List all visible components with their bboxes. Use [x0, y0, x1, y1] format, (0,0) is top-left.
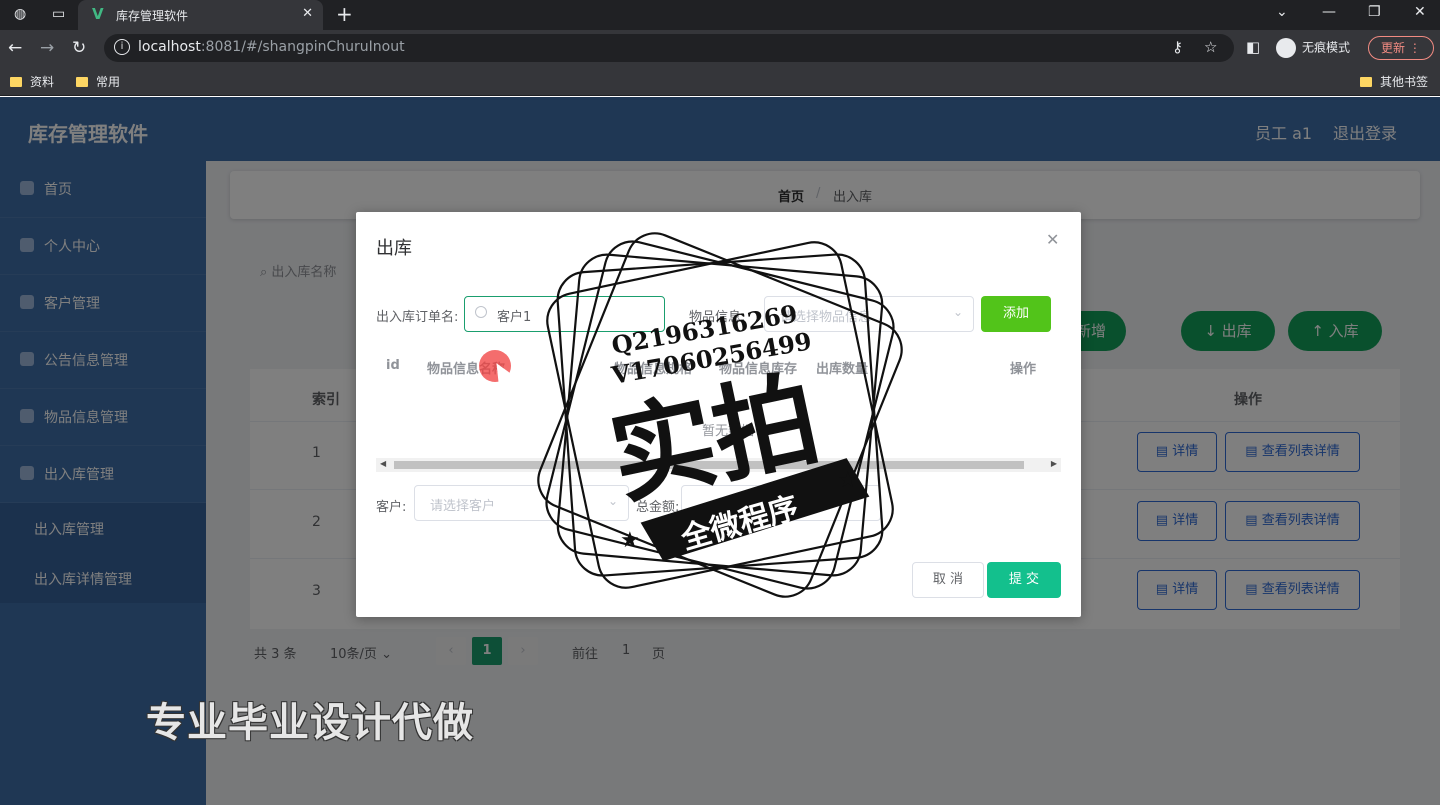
window-icon[interactable]: ▭: [52, 6, 65, 22]
tab-search-icon[interactable]: ⌄: [1276, 4, 1288, 20]
new-tab-icon[interactable]: +: [336, 2, 353, 26]
search-icon: [475, 306, 487, 318]
window-close-icon[interactable]: ✕: [1414, 4, 1426, 20]
bookmark-folder-1[interactable]: 资料: [10, 73, 54, 90]
address-bar: ← → ↻ i localhost:8081/#/shangpinChuruIn…: [0, 30, 1440, 66]
star-icon[interactable]: ☆: [1204, 38, 1217, 56]
chevron-down-icon: ⌄: [952, 305, 963, 319]
dialog-title: 出库: [376, 238, 412, 259]
col-ops: 操作: [1010, 362, 1037, 377]
folder-icon: [10, 77, 22, 87]
back-icon[interactable]: ←: [8, 38, 22, 58]
url-text[interactable]: localhost:8081/#/shangpinChuruInout: [138, 39, 405, 55]
other-bookmarks[interactable]: 其他书签: [1360, 73, 1428, 90]
incognito-indicator[interactable]: 无痕模式: [1276, 38, 1350, 58]
watermark-banner: 专业毕业设计代做: [146, 700, 474, 746]
browser-tab[interactable]: V 库存管理软件 ✕: [78, 0, 323, 30]
cancel-button[interactable]: 取 消: [912, 562, 984, 598]
omnibox[interactable]: i localhost:8081/#/shangpinChuruInout ⚷ …: [104, 34, 1234, 62]
col-id: id: [386, 358, 400, 373]
customer-label: 客户:: [376, 500, 407, 515]
add-item-button[interactable]: 添加: [981, 296, 1051, 332]
folder-icon: [1360, 77, 1372, 87]
globe-icon[interactable]: ◍: [14, 6, 26, 22]
submit-button[interactable]: 提 交: [987, 562, 1061, 598]
order-name-label: 出入库订单名:: [376, 310, 459, 325]
tab-title: 库存管理软件: [116, 9, 189, 23]
tab-close-icon[interactable]: ✕: [302, 6, 313, 21]
restore-icon[interactable]: ❐: [1368, 4, 1381, 20]
watermark-stamp: Q2196316269 V17060256499 实拍 全微程序 ★ ★: [537, 232, 903, 598]
update-button[interactable]: 更新 ⋮: [1368, 36, 1434, 60]
key-icon[interactable]: ⚷: [1172, 38, 1183, 56]
svg-text:★: ★: [620, 528, 640, 553]
browser-tabbar: ◍ ▭ V 库存管理软件 ✕ + ⌄ — ❐ ✕: [0, 0, 1440, 30]
scroll-right-icon[interactable]: ▶: [1051, 459, 1057, 468]
minimize-icon[interactable]: —: [1322, 4, 1336, 20]
sidebar-toggle-icon[interactable]: ◧: [1246, 38, 1260, 56]
scroll-left-icon[interactable]: ◀: [380, 459, 386, 468]
incognito-icon: [1276, 38, 1296, 58]
vue-favicon-icon: V: [92, 5, 104, 23]
bookmark-folder-2[interactable]: 常用: [76, 73, 120, 90]
site-info-icon[interactable]: i: [114, 39, 130, 55]
forward-icon[interactable]: →: [40, 38, 54, 58]
folder-icon: [76, 77, 88, 87]
bookmarks-bar: 资料 常用 其他书签: [0, 66, 1440, 96]
svg-text:★: ★: [838, 468, 858, 493]
reload-icon[interactable]: ↻: [72, 38, 86, 58]
close-icon[interactable]: ✕: [1046, 230, 1059, 249]
